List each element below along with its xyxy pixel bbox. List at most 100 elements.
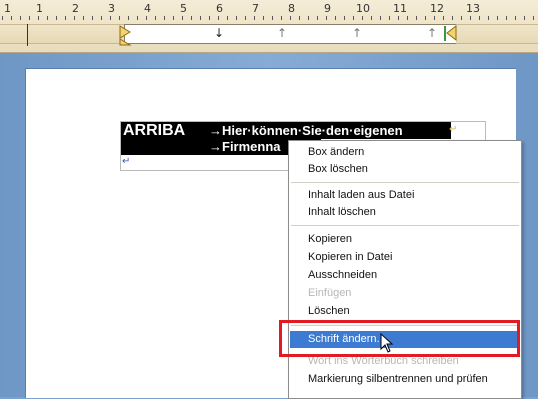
- ruler-number: 4: [144, 2, 151, 15]
- ruler-tick: [92, 16, 93, 20]
- tab-stop-icon[interactable]: ↓: [214, 26, 224, 40]
- ruler-tick: [155, 16, 156, 20]
- tab-stop-icon[interactable]: ↑: [427, 26, 437, 40]
- ruler-tick: [290, 16, 291, 20]
- menu-item-loeschen[interactable]: Löschen: [290, 303, 520, 320]
- ruler-numbers: 1 1 2 3 4 5 6 7 8 9 10 11 12 13: [0, 2, 538, 16]
- ruler-tick: [38, 16, 39, 20]
- ruler-number: 11: [393, 2, 407, 15]
- right-indent-icon[interactable]: [444, 24, 458, 44]
- ruler-tick: [47, 16, 48, 20]
- ruler-tick: [146, 16, 147, 20]
- ruler-tick: [164, 16, 165, 20]
- ruler-tick: [182, 16, 183, 20]
- ruler-tick: [29, 16, 30, 20]
- ruler-tick: [20, 16, 21, 20]
- ruler-tick: [353, 16, 354, 20]
- ruler-tick: [2, 16, 3, 20]
- ruler-tick: [272, 16, 273, 20]
- ruler-tick: [236, 16, 237, 20]
- menu-separator: [291, 225, 519, 226]
- ruler-marker-line: [27, 24, 28, 46]
- ruler-tick: [191, 16, 192, 20]
- menu-item-kopieren[interactable]: Kopieren: [290, 231, 520, 248]
- ruler-tick: [101, 16, 102, 20]
- ruler-tick: [443, 16, 444, 20]
- ruler-number: 6: [216, 2, 223, 15]
- menu-item-silbentrennen[interactable]: Markierung silbentrennen und prüfen: [290, 371, 520, 388]
- ruler-tick: [416, 16, 417, 20]
- mouse-pointer-icon: [380, 333, 394, 353]
- selected-text-line[interactable]: ARRIBA →Hier·können·Sie·den·eigenen: [121, 122, 451, 139]
- context-menu: Box ändern Box löschen Inhalt laden aus …: [288, 140, 522, 399]
- ruler-margin-right: [456, 24, 538, 44]
- ruler-tick: [425, 16, 426, 20]
- menu-item-box-loeschen[interactable]: Box löschen: [290, 161, 520, 178]
- ruler-number: 10: [356, 2, 370, 15]
- ruler-tick: [533, 16, 534, 20]
- ruler-number: 2: [72, 2, 79, 15]
- menu-item-einfuegen: Einfügen: [308, 287, 352, 299]
- ruler-tick: [227, 16, 228, 20]
- tab-stop-icon[interactable]: ↑: [277, 26, 287, 40]
- ruler-tick: [497, 16, 498, 20]
- ruler-tick: [524, 16, 525, 20]
- ruler-tick: [245, 16, 246, 20]
- ruler-number: 5: [180, 2, 187, 15]
- ruler-number: 7: [252, 2, 259, 15]
- ruler-number: 1: [4, 2, 11, 15]
- text-line: →Firmenna: [209, 139, 281, 154]
- horizontal-ruler[interactable]: 1 1 2 3 4 5 6 7 8 9 10 11 12 13 ↓ ↑ ↑ ↑: [0, 0, 538, 53]
- menu-separator: [291, 182, 519, 183]
- menu-item-ausschneiden[interactable]: Ausschneiden: [290, 267, 520, 284]
- ruler-tick: [119, 16, 120, 20]
- menu-item-inhalt-loeschen[interactable]: Inhalt löschen: [290, 204, 520, 221]
- tab-stop-icon[interactable]: ↑: [352, 26, 362, 40]
- ruler-tick: [254, 16, 255, 20]
- menu-item-kopieren-in-datei[interactable]: Kopieren in Datei: [290, 249, 520, 266]
- ruler-number: 9: [324, 2, 331, 15]
- ruler-number: 13: [466, 2, 480, 15]
- company-name: ARRIBA: [123, 122, 186, 139]
- ruler-tick: [173, 16, 174, 20]
- ruler-tick: [398, 16, 399, 20]
- ruler-tick: [218, 16, 219, 20]
- ruler-tick: [326, 16, 327, 20]
- ruler-tick: [362, 16, 363, 20]
- ruler-number: 3: [108, 2, 115, 15]
- ruler-tick: [344, 16, 345, 20]
- ruler-tick: [389, 16, 390, 20]
- ruler-tick: [371, 16, 372, 20]
- ruler-tick: [200, 16, 201, 20]
- ruler-tick: [137, 16, 138, 20]
- ruler-tick: [74, 16, 75, 20]
- menu-item-box-aendern[interactable]: Box ändern: [290, 144, 520, 161]
- menu-item-inhalt-laden[interactable]: Inhalt laden aus Datei: [290, 187, 520, 204]
- ruler-tick: [209, 16, 210, 20]
- paragraph-mark-icon: ↵: [449, 124, 458, 135]
- ruler-tick: [317, 16, 318, 20]
- ruler-tick: [506, 16, 507, 20]
- left-indent-icon[interactable]: [118, 24, 132, 48]
- ruler-tick: [56, 16, 57, 20]
- ruler-tick: [299, 16, 300, 20]
- ruler-tick: [434, 16, 435, 20]
- ruler-tick: [335, 16, 336, 20]
- text-line: →Hier·können·Sie·den·eigenen: [209, 123, 403, 138]
- ruler-tick: [83, 16, 84, 20]
- ruler-ticks: [0, 16, 538, 20]
- ruler-tick: [488, 16, 489, 20]
- ruler-tick: [308, 16, 309, 20]
- ruler-number: 12: [430, 2, 444, 15]
- ruler-tick: [479, 16, 480, 20]
- ruler-number: 1: [36, 2, 43, 15]
- ruler-tick: [452, 16, 453, 20]
- ruler-tick: [461, 16, 462, 20]
- ruler-tick: [380, 16, 381, 20]
- ruler-tick: [281, 16, 282, 20]
- highlight-frame: [279, 320, 520, 357]
- ruler-tick: [128, 16, 129, 20]
- ruler-number: 8: [288, 2, 295, 15]
- ruler-tick: [65, 16, 66, 20]
- ruler-text-area[interactable]: [124, 24, 457, 44]
